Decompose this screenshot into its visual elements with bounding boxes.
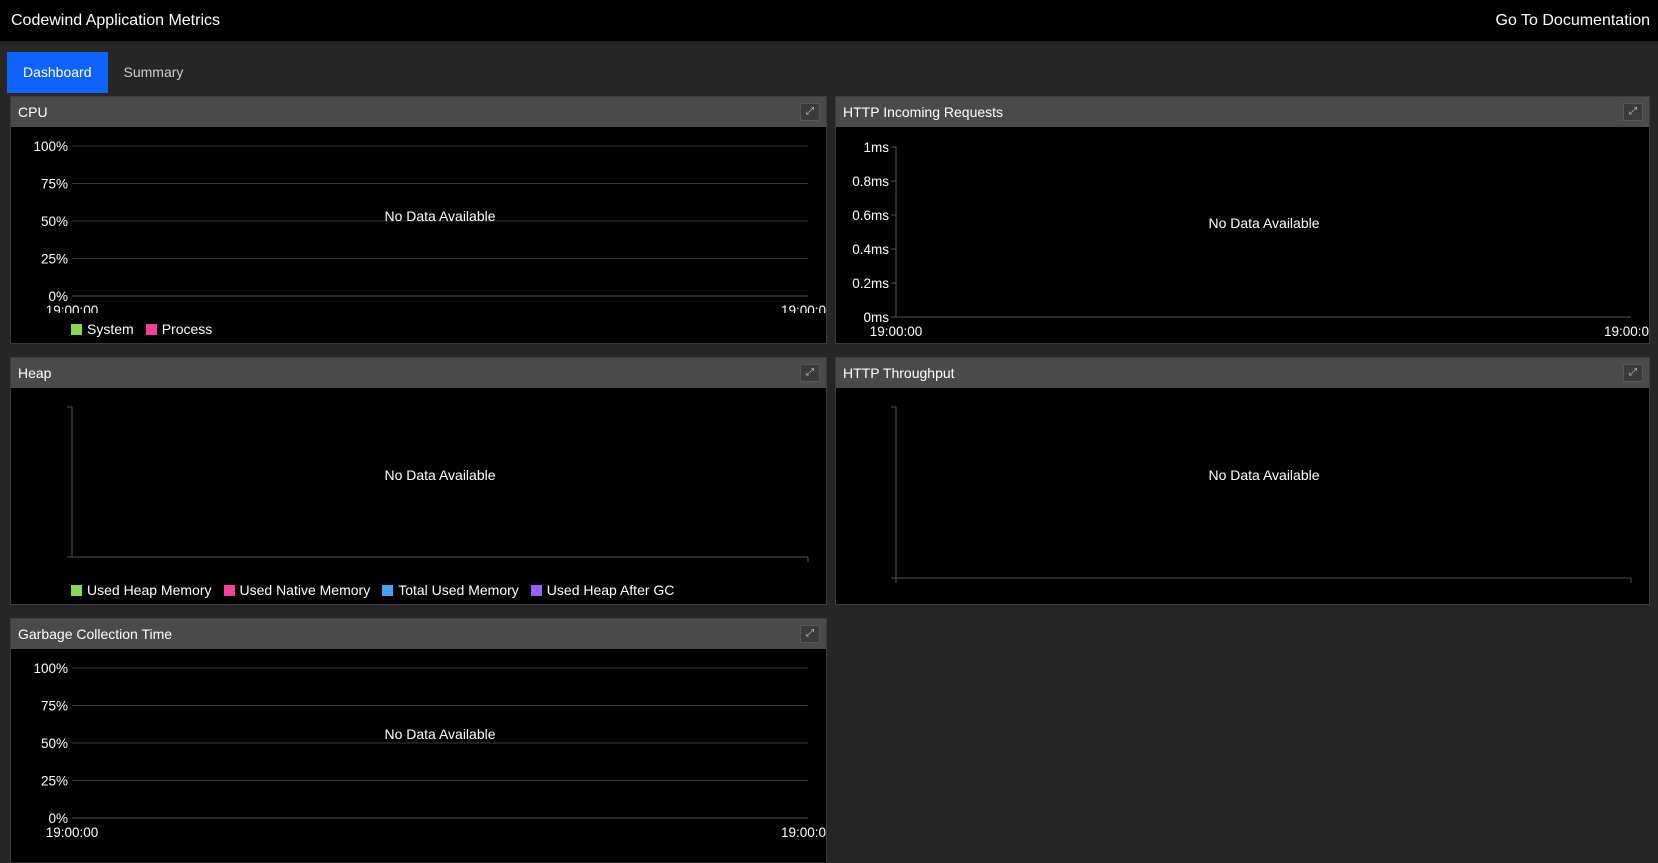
legend-swatch	[382, 584, 394, 596]
legend-swatch	[71, 584, 82, 596]
legend-swatch	[71, 323, 82, 335]
http-incoming-chart: 1ms 0.8ms 0.6ms 0.4ms 0.2ms 0ms 19:00:00…	[836, 127, 1651, 345]
http-throughput-panel-title: HTTP Throughput	[843, 365, 955, 381]
legend-item-total-used-memory[interactable]: Total Used Memory	[382, 582, 519, 598]
legend-item-system[interactable]: System	[71, 321, 134, 337]
legend-label: Used Heap After GC	[546, 582, 675, 598]
y-tick-label: 0.8ms	[852, 174, 889, 189]
tab-bar: Dashboard Summary	[7, 52, 199, 93]
gc-panel-header: Garbage Collection Time ⤢	[11, 619, 826, 649]
tab-dashboard[interactable]: Dashboard	[7, 52, 108, 93]
legend-swatch	[530, 584, 542, 596]
cpu-panel: CPU ⤢ 100% 75% 50% 25% 0% 19:00:00 19:00…	[10, 96, 827, 344]
y-tick-label: 75%	[41, 699, 68, 714]
legend-item-used-heap-memory[interactable]: Used Heap Memory	[71, 582, 212, 598]
cpu-panel-title: CPU	[18, 104, 48, 120]
legend-label: Used Native Memory	[239, 582, 371, 598]
gc-panel-title: Garbage Collection Time	[18, 626, 173, 642]
y-tick-label: 100%	[33, 661, 68, 676]
legend-swatch	[223, 584, 235, 596]
legend-label: Process	[161, 321, 213, 337]
gc-chart: 100% 75% 50% 25% 0% 19:00:00 19:00:0 No …	[11, 649, 828, 863]
expand-icon[interactable]: ⤢	[800, 103, 820, 121]
y-tick-label: 0.6ms	[852, 208, 889, 223]
y-tick-label: 0ms	[863, 310, 889, 325]
app-title: Codewind Application Metrics	[11, 11, 220, 29]
y-tick-label: 50%	[41, 214, 68, 229]
y-tick-label: 0%	[48, 289, 68, 304]
http-throughput-chart-svg: No Data Available	[891, 406, 1632, 583]
expand-icon[interactable]: ⤢	[1623, 364, 1643, 382]
http-throughput-chart: No Data Available	[836, 388, 1651, 606]
heap-chart: No Data Available	[11, 388, 828, 574]
y-tick-label: 0%	[48, 811, 68, 826]
cpu-chart-svg: 100% 75% 50% 25% 0% 19:00:00 19:00:0 No …	[33, 139, 826, 313]
legend-item-used-native-memory[interactable]: Used Native Memory	[223, 582, 371, 598]
y-tick-label: 25%	[41, 252, 68, 267]
no-data-message: No Data Available	[384, 467, 495, 483]
cpu-panel-header: CPU ⤢	[11, 97, 826, 127]
http-incoming-panel-header: HTTP Incoming Requests ⤢	[836, 97, 1649, 127]
legend-swatch	[145, 323, 157, 335]
gc-panel: Garbage Collection Time ⤢ 100% 75% 50% 2…	[10, 618, 827, 862]
cpu-legend: System Process	[71, 321, 224, 337]
x-tick-label: 19:00:0	[1604, 324, 1649, 339]
legend-label: System	[87, 321, 134, 337]
y-tick-label: 75%	[41, 177, 68, 192]
legend-label: Total Used Memory	[398, 582, 519, 598]
documentation-link[interactable]: Go To Documentation	[1496, 12, 1650, 30]
top-bar: Codewind Application Metrics Go To Docum…	[0, 0, 1658, 41]
x-tick-label: 19:00:0	[781, 825, 826, 840]
tab-summary[interactable]: Summary	[108, 52, 200, 93]
http-incoming-chart-svg: 1ms 0.8ms 0.6ms 0.4ms 0.2ms 0ms 19:00:00…	[852, 140, 1649, 339]
legend-item-used-heap-after-gc[interactable]: Used Heap After GC	[530, 582, 675, 598]
http-incoming-panel: HTTP Incoming Requests ⤢ 1ms 0.8ms 0.6ms…	[835, 96, 1650, 344]
http-incoming-panel-title: HTTP Incoming Requests	[843, 104, 1004, 120]
http-throughput-panel: HTTP Throughput ⤢ No Data Available	[835, 357, 1650, 605]
legend-item-process[interactable]: Process	[145, 321, 213, 337]
legend-label: Used Heap Memory	[87, 582, 212, 598]
heap-panel: Heap ⤢ No Data Available Used Heap Memor…	[10, 357, 827, 605]
http-throughput-panel-header: HTTP Throughput ⤢	[836, 358, 1649, 388]
expand-icon[interactable]: ⤢	[800, 625, 820, 643]
no-data-message: No Data Available	[384, 208, 495, 224]
y-tick-label: 0.4ms	[852, 242, 889, 257]
y-tick-label: 50%	[41, 736, 68, 751]
heap-chart-svg: No Data Available	[67, 406, 809, 562]
no-data-message: No Data Available	[384, 726, 495, 742]
expand-icon[interactable]: ⤢	[800, 364, 820, 382]
no-data-message: No Data Available	[1208, 467, 1319, 483]
no-data-message: No Data Available	[1208, 215, 1319, 231]
expand-icon[interactable]: ⤢	[1623, 103, 1643, 121]
x-tick-label: 19:00:0	[781, 303, 826, 313]
x-tick-label: 19:00:00	[46, 303, 99, 313]
cpu-chart: 100% 75% 50% 25% 0% 19:00:00 19:00:0 No …	[11, 127, 828, 313]
x-tick-label: 19:00:00	[46, 825, 99, 840]
heap-panel-title: Heap	[18, 365, 52, 381]
heap-panel-header: Heap ⤢	[11, 358, 826, 388]
y-tick-label: 100%	[33, 139, 68, 154]
y-tick-label: 1ms	[863, 140, 889, 155]
y-tick-label: 25%	[41, 774, 68, 789]
heap-legend: Used Heap Memory Used Native Memory Tota…	[71, 582, 686, 598]
x-tick-label: 19:00:00	[870, 324, 923, 339]
gc-chart-svg: 100% 75% 50% 25% 0% 19:00:00 19:00:0 No …	[33, 661, 826, 840]
y-tick-label: 0.2ms	[852, 276, 889, 291]
